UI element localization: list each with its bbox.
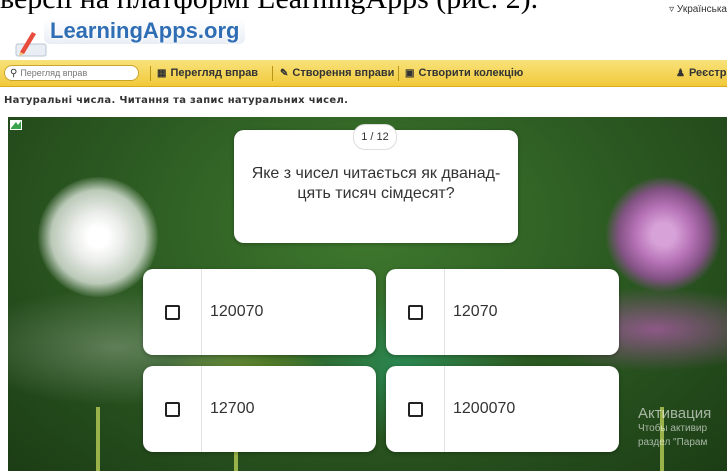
option-divider xyxy=(201,366,202,452)
dandelion-white-image xyxy=(38,177,158,297)
checkbox-icon xyxy=(408,402,423,417)
option-divider xyxy=(444,269,445,355)
language-label: Українська xyxy=(676,4,727,15)
nav-register-label: Реєстра xyxy=(688,67,727,79)
search-input[interactable] xyxy=(20,68,131,78)
checkbox-icon xyxy=(165,305,180,320)
question-counter: 1 / 12 xyxy=(353,124,397,150)
nav-create-label: Створення вправи xyxy=(292,67,395,79)
option-divider xyxy=(444,366,445,452)
document-text-fragment: версії на платформі LearningApps (рис. 2… xyxy=(0,0,727,14)
search-box[interactable]: ⚲ xyxy=(4,65,139,81)
nav-browse-exercises[interactable]: ▦ Перегляд вправ xyxy=(157,67,258,79)
answer-option-2[interactable]: 12070 xyxy=(386,269,619,355)
checkbox-icon xyxy=(408,305,423,320)
search-icon: ⚲ xyxy=(10,67,18,79)
answer-value: 12700 xyxy=(210,400,255,417)
quiz-stage: 1 / 12 Яке з чисел читається як дванад-ц… xyxy=(8,117,727,471)
answer-value: 120070 xyxy=(210,303,264,320)
answer-value: 1200070 xyxy=(453,400,516,417)
grid-icon: ▦ xyxy=(157,67,167,79)
chevron-down-icon: ▿ xyxy=(669,4,675,15)
logo-pencil-icon xyxy=(15,32,47,57)
language-selector[interactable]: ▿ Українська xyxy=(669,4,727,15)
answer-option-1[interactable]: 120070 xyxy=(143,269,376,355)
logo-text: LearningApps.org xyxy=(44,18,246,44)
nav-divider xyxy=(272,66,273,81)
windows-activation-watermark: Активация Чтобы активир раздел "Парам xyxy=(638,405,711,450)
nav-register[interactable]: ♟ Реєстра xyxy=(676,67,727,79)
watermark-line-3: раздел "Парам xyxy=(638,437,708,448)
answer-option-4[interactable]: 1200070 xyxy=(386,366,619,452)
option-divider xyxy=(201,269,202,355)
logo[interactable]: LearningApps.org xyxy=(14,16,264,58)
nav-divider xyxy=(150,66,151,81)
answer-option-3[interactable]: 12700 xyxy=(143,366,376,452)
nav-create-exercise[interactable]: ✎ Створення вправи xyxy=(280,67,394,79)
pencil-icon: ✎ xyxy=(280,67,289,79)
top-navbar: ⚲ ▦ Перегляд вправ ✎ Створення вправи ▣ … xyxy=(0,60,727,87)
collection-icon: ▣ xyxy=(405,67,415,79)
nav-browse-label: Перегляд вправ xyxy=(170,67,259,79)
app-corner-icon[interactable] xyxy=(10,120,22,130)
question-card: 1 / 12 Яке з чисел читається як дванад-ц… xyxy=(234,124,518,243)
stem-image xyxy=(96,407,100,471)
nav-divider xyxy=(398,66,399,81)
nav-collection-label: Створити колекцію xyxy=(418,67,524,79)
checkbox-icon xyxy=(165,402,180,417)
dandelion-purple-image xyxy=(606,177,721,292)
nav-create-collection[interactable]: ▣ Створити колекцію xyxy=(405,67,523,79)
watermark-line-1: Активация xyxy=(638,405,712,422)
answer-value: 12070 xyxy=(453,303,498,320)
page-title: Натуральні числа. Читання та запис натур… xyxy=(4,95,349,106)
question-text: Яке з чисел читається як дванад-цять тис… xyxy=(251,165,501,202)
user-icon: ♟ xyxy=(676,67,685,79)
watermark-line-2: Чтобы активир xyxy=(638,423,708,434)
